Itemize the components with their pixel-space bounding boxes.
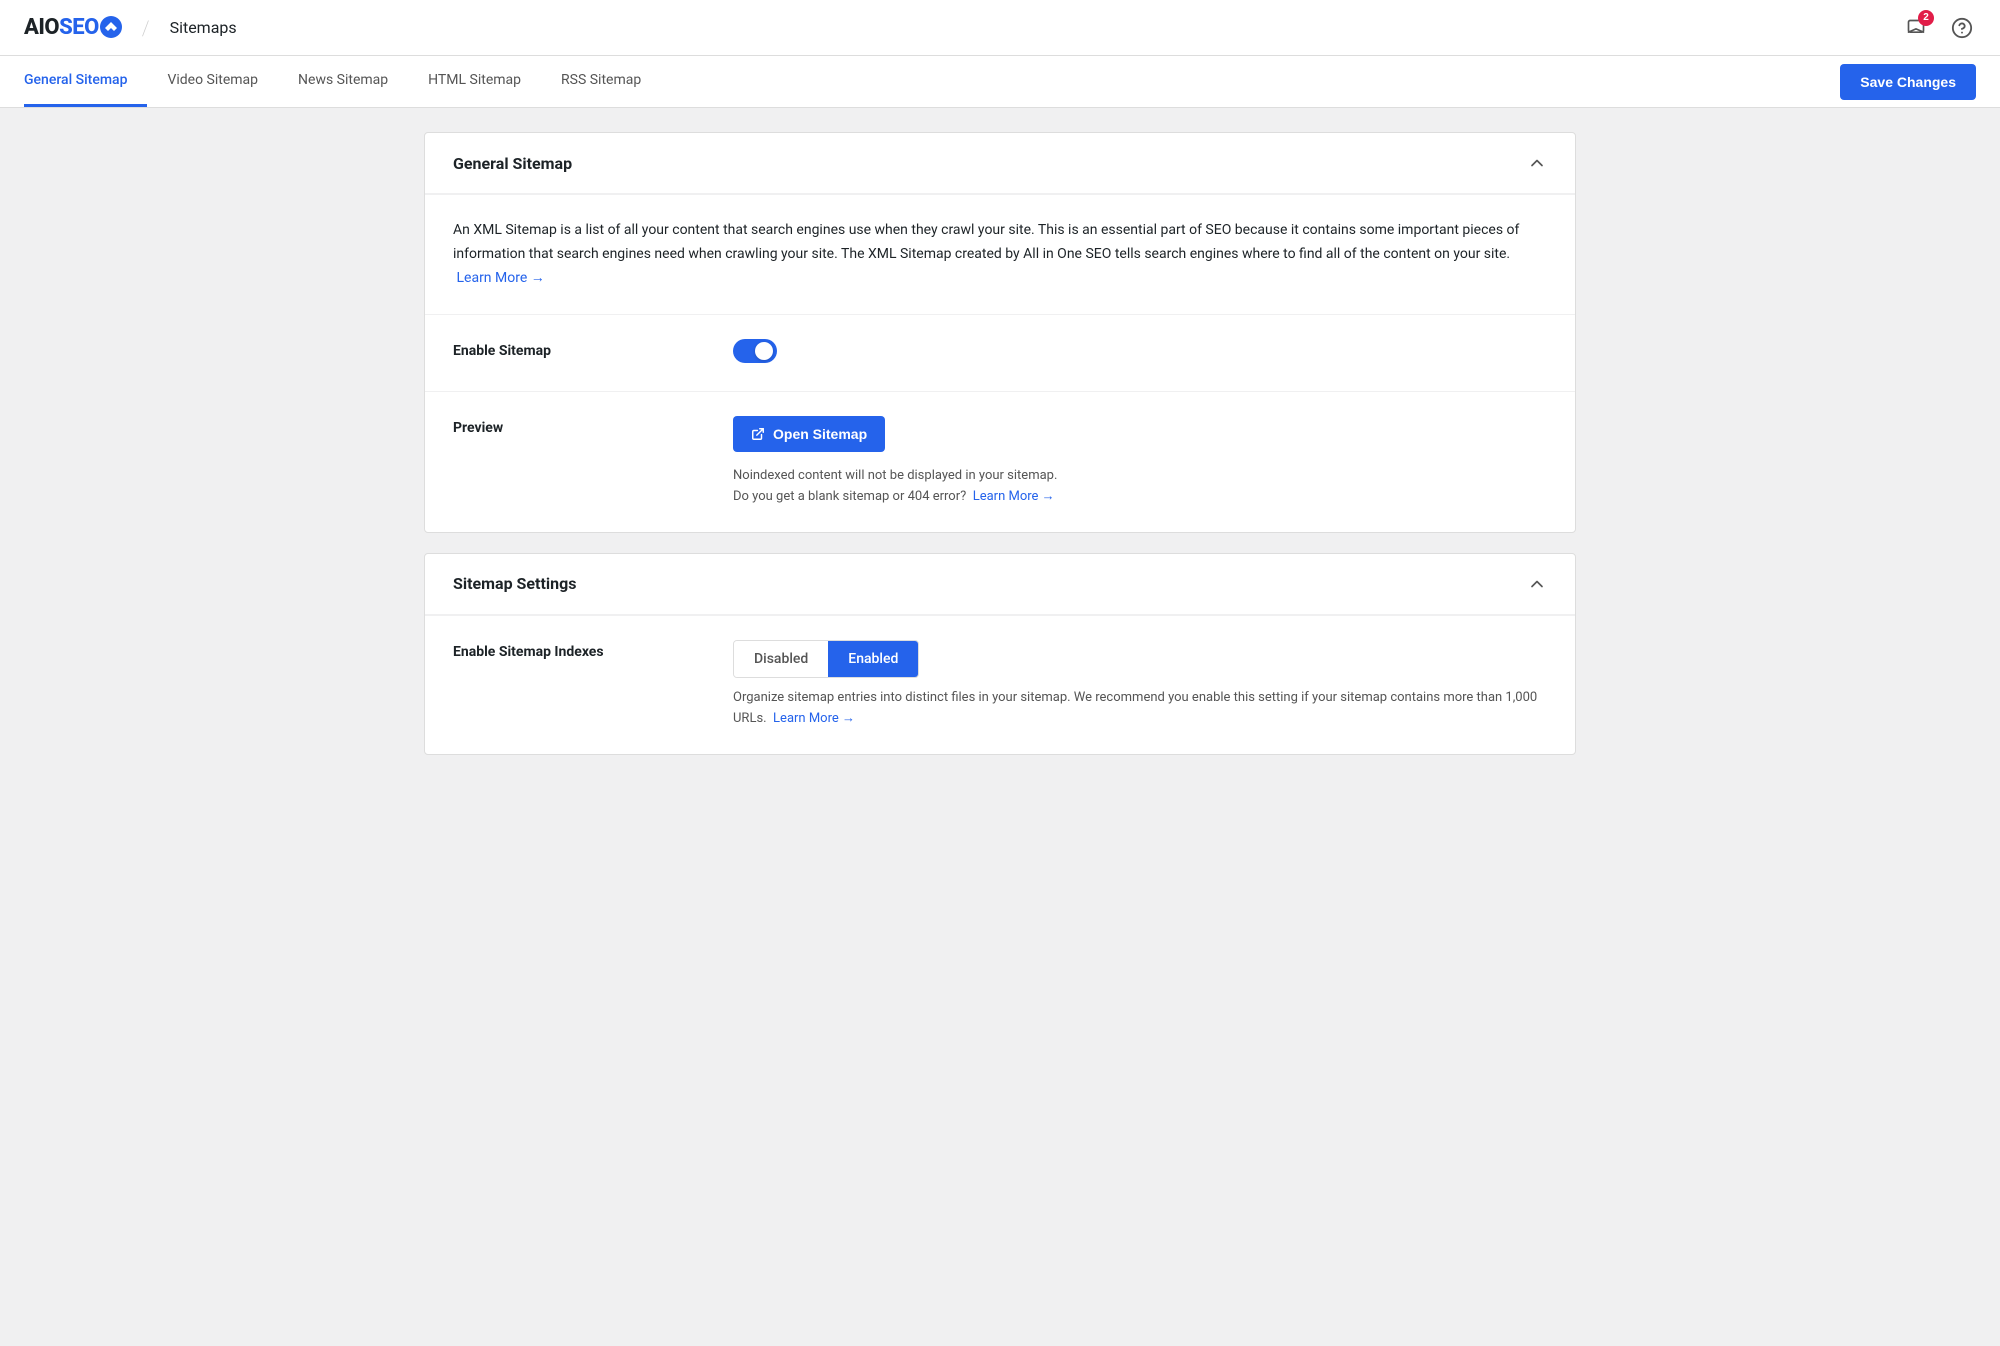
enabled-option[interactable]: Enabled xyxy=(828,641,918,677)
general-sitemap-card-header: General Sitemap xyxy=(425,133,1575,194)
tab-video-sitemap[interactable]: Video Sitemap xyxy=(147,56,278,107)
tab-html-sitemap[interactable]: HTML Sitemap xyxy=(408,56,541,107)
enable-sitemap-label: Enable Sitemap xyxy=(453,339,733,359)
enable-indexes-row: Enable Sitemap Indexes Disabled Enabled … xyxy=(425,615,1575,754)
general-sitemap-description: An XML Sitemap is a list of all your con… xyxy=(453,219,1547,290)
page-title: Sitemaps xyxy=(170,18,237,37)
tab-news-sitemap[interactable]: News Sitemap xyxy=(278,56,408,107)
notification-badge: 2 xyxy=(1918,10,1934,26)
sitemap-settings-collapse-button[interactable] xyxy=(1527,574,1547,594)
preview-notes: Noindexed content will not be displayed … xyxy=(733,466,1547,508)
open-sitemap-button[interactable]: Open Sitemap xyxy=(733,416,885,452)
logo-seo: SEO xyxy=(59,15,99,40)
tab-rss-sitemap[interactable]: RSS Sitemap xyxy=(541,56,661,107)
header-left: AIOSEO / Sitemaps xyxy=(24,15,237,40)
general-sitemap-collapse-button[interactable] xyxy=(1527,153,1547,173)
preview-label: Preview xyxy=(453,416,733,436)
logo-text: AIOSEO xyxy=(24,15,122,40)
sitemap-settings-title: Sitemap Settings xyxy=(453,574,576,593)
general-sitemap-card: General Sitemap An XML Sitemap is a list… xyxy=(424,132,1576,533)
help-button[interactable] xyxy=(1948,14,1976,42)
main-content: General Sitemap An XML Sitemap is a list… xyxy=(400,108,1600,799)
notification-button[interactable]: 2 xyxy=(1900,12,1932,44)
open-sitemap-label: Open Sitemap xyxy=(773,426,867,442)
preview-note-1: Noindexed content will not be displayed … xyxy=(733,466,1547,487)
breadcrumb-divider: / xyxy=(142,16,150,40)
save-changes-button[interactable]: Save Changes xyxy=(1840,64,1976,100)
logo-icon xyxy=(100,16,122,38)
tabs: General Sitemap Video Sitemap News Sitem… xyxy=(24,56,661,107)
indexes-learn-more-link[interactable]: Learn More → xyxy=(773,711,855,726)
toggle-track xyxy=(733,339,777,363)
preview-note-2: Do you get a blank sitemap or 404 error?… xyxy=(733,487,1547,508)
logo-aio: AIO xyxy=(24,15,59,40)
sitemap-settings-card-header: Sitemap Settings xyxy=(425,554,1575,615)
enable-indexes-control: Disabled Enabled Organize sitemap entrie… xyxy=(733,640,1547,730)
indexes-description: Organize sitemap entries into distinct f… xyxy=(733,688,1547,730)
header: AIOSEO / Sitemaps 2 xyxy=(0,0,2000,56)
preview-control: Open Sitemap Noindexed content will not … xyxy=(733,416,1547,508)
tab-general-sitemap[interactable]: General Sitemap xyxy=(24,56,147,107)
general-sitemap-learn-more-link[interactable]: Learn More → xyxy=(456,270,544,286)
sitemap-index-toggle-group: Disabled Enabled xyxy=(733,640,919,678)
enable-sitemap-toggle[interactable] xyxy=(733,339,777,363)
tab-bar: General Sitemap Video Sitemap News Sitem… xyxy=(0,56,2000,108)
enable-sitemap-row: Enable Sitemap xyxy=(425,314,1575,391)
toggle-thumb xyxy=(755,342,773,360)
logo: AIOSEO xyxy=(24,15,122,40)
sitemap-settings-card: Sitemap Settings Enable Sitemap Indexes … xyxy=(424,553,1576,755)
disabled-option[interactable]: Disabled xyxy=(734,641,828,677)
enable-indexes-label: Enable Sitemap Indexes xyxy=(453,640,733,660)
general-sitemap-title: General Sitemap xyxy=(453,154,572,173)
general-sitemap-description-wrapper: An XML Sitemap is a list of all your con… xyxy=(425,194,1575,314)
header-right: 2 xyxy=(1900,12,1976,44)
preview-learn-more-link[interactable]: Learn More → xyxy=(973,489,1055,504)
enable-sitemap-control xyxy=(733,339,1547,367)
preview-row: Preview Open Sitemap Noindexed content w… xyxy=(425,391,1575,532)
external-link-icon xyxy=(751,427,765,441)
